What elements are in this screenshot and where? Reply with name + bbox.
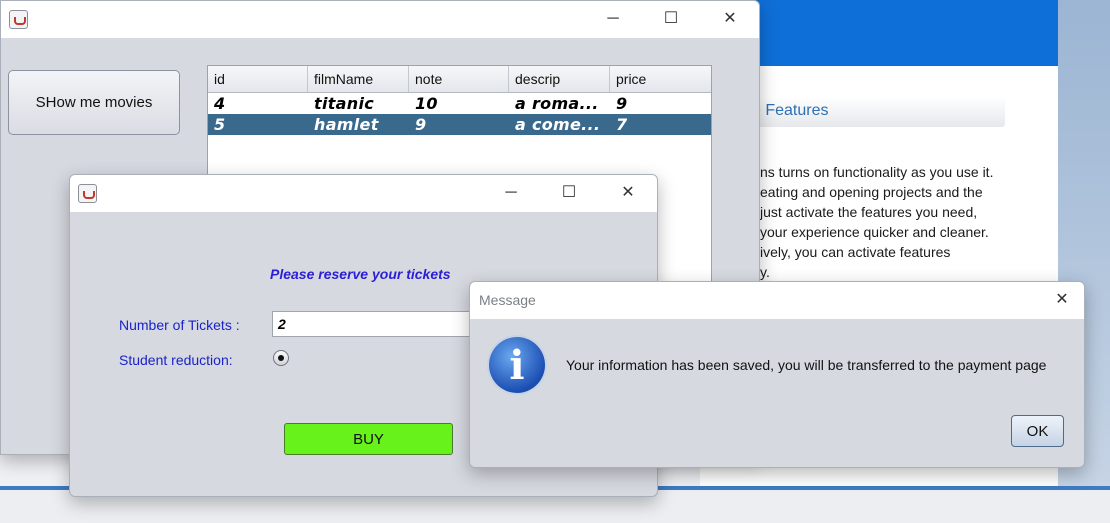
column-header-note[interactable]: note [409,66,509,92]
message-dialog: Message ✕ i Your information has been sa… [469,281,1085,468]
student-reduction-label: Student reduction: [119,352,233,368]
cell-price: 7 [616,115,628,134]
cell-price: 9 [616,94,628,113]
close-button[interactable]: ✕ [718,7,742,31]
tickets-input[interactable]: 2 [272,311,492,337]
cell-descrip: a come... [515,115,601,134]
title-bar: ─ ☐ ✕ [70,175,657,212]
info-icon: i [489,337,545,393]
maximize-button[interactable]: ☐ [557,181,581,205]
minimize-button[interactable]: ─ [601,7,625,31]
dialog-message: Your information has been saved, you wil… [566,357,1047,373]
background-feature-title: e Features [752,102,829,119]
column-header-descrip[interactable]: descrip [509,66,610,92]
table-header: id filmName note descrip price [208,66,711,93]
maximize-button[interactable]: ☐ [659,7,683,31]
close-button[interactable]: ✕ [616,181,640,205]
tickets-label: Number of Tickets : [119,317,240,333]
show-movies-button[interactable]: SHow me movies [8,70,180,135]
dialog-title: Message [479,292,536,308]
reserve-heading: Please reserve your tickets [270,266,451,282]
buy-button[interactable]: BUY [284,423,453,455]
student-reduction-radio[interactable] [273,350,289,366]
ok-button[interactable]: OK [1011,415,1064,447]
cell-note: 9 [415,115,427,134]
java-icon [78,184,97,203]
cell-id: 5 [214,115,226,134]
cell-id: 4 [214,94,226,113]
minimize-button[interactable]: ─ [499,181,523,205]
table-row-selected[interactable]: 5 hamlet 9 a come... 7 [208,114,711,135]
close-button[interactable]: ✕ [1050,288,1074,312]
cell-filmname: titanic [314,94,375,113]
column-header-price[interactable]: price [610,66,711,92]
cell-note: 10 [415,94,438,113]
column-header-filmname[interactable]: filmName [308,66,409,92]
background-paragraph: ns turns on functionality as you use it.… [760,164,994,280]
column-header-id[interactable]: id [208,66,308,92]
table-row[interactable]: 4 titanic 10 a roma... 9 [208,93,711,114]
cell-filmname: hamlet [314,115,379,134]
java-icon [9,10,28,29]
cell-descrip: a roma... [515,94,599,113]
title-bar: ─ ☐ ✕ [1,1,759,38]
title-bar: Message ✕ [470,282,1084,319]
